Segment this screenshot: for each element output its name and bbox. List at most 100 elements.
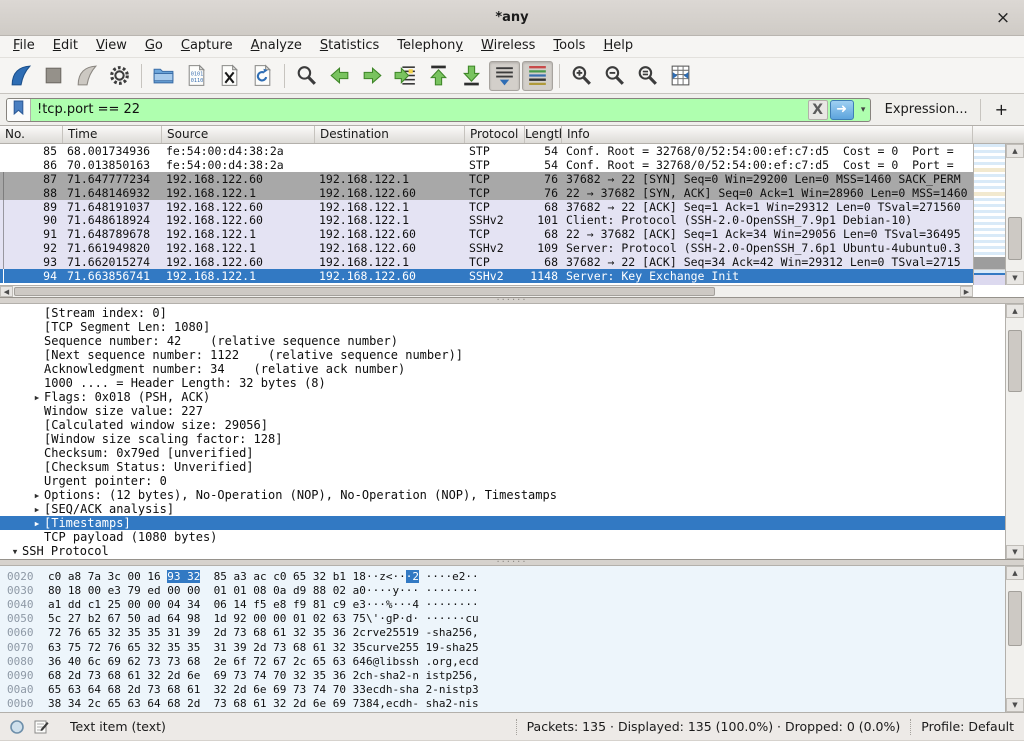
packet-row[interactable]: 9471.663856741192.168.122.1192.168.122.6…: [0, 269, 973, 283]
menu-tools[interactable]: Tools: [544, 35, 594, 57]
detail-line[interactable]: TCP payload (1080 bytes): [0, 530, 1005, 544]
menu-telephony[interactable]: Telephony: [388, 35, 472, 57]
open-file-button[interactable]: [148, 61, 179, 91]
restart-capture-button[interactable]: [71, 61, 102, 91]
packet-row[interactable]: 9271.661949820192.168.122.1192.168.122.6…: [0, 241, 973, 255]
capture-options-button[interactable]: [104, 61, 135, 91]
scroll-up-icon[interactable]: ▲: [1006, 566, 1024, 580]
find-packet-button[interactable]: [291, 61, 322, 91]
detail-line[interactable]: ▶[SEQ/ACK analysis]: [0, 502, 1005, 516]
scrollbar-thumb[interactable]: [1008, 591, 1022, 646]
detail-line[interactable]: Sequence number: 42 (relative sequence n…: [0, 334, 1005, 348]
filter-clear-button[interactable]: X: [808, 100, 828, 120]
hex-row[interactable]: 0020c0 a8 7a 3c 00 16 93 32 85 a3 ac c0 …: [0, 569, 1005, 583]
auto-scroll-button[interactable]: [489, 61, 520, 91]
menu-file[interactable]: File: [4, 35, 44, 57]
detail-line[interactable]: ▼SSH Protocol: [0, 544, 1005, 558]
detail-line[interactable]: Acknowledgment number: 34 (relative ack …: [0, 362, 1005, 376]
hex-row[interactable]: 003080 18 00 e3 79 ed 00 00 01 01 08 0a …: [0, 583, 1005, 597]
display-filter-box[interactable]: X ➜ ▾: [6, 98, 871, 122]
menu-view[interactable]: View: [87, 35, 136, 57]
hex-row[interactable]: 00b038 34 2c 65 63 64 68 2d 73 68 61 32 …: [0, 697, 1005, 711]
go-back-button[interactable]: [324, 61, 355, 91]
colorize-button[interactable]: [522, 61, 553, 91]
status-profile[interactable]: Profile: Default: [921, 719, 1014, 734]
hex-vscrollbar[interactable]: ▲ ▼: [1005, 566, 1024, 712]
detail-line[interactable]: [TCP Segment Len: 1080]: [0, 320, 1005, 334]
packet-row[interactable]: 8971.648191037192.168.122.60192.168.122.…: [0, 200, 973, 214]
hex-row[interactable]: 00a065 63 64 68 2d 73 68 61 32 2d 6e 69 …: [0, 683, 1005, 697]
detail-vscrollbar[interactable]: ▲ ▼: [1005, 304, 1024, 559]
detail-line[interactable]: [Stream index: 0]: [0, 306, 1005, 320]
display-filter-input[interactable]: [31, 102, 808, 117]
hex-row[interactable]: 0040a1 dd c1 25 00 00 04 34 06 14 f5 e8 …: [0, 597, 1005, 611]
detail-line[interactable]: [Checksum Status: Unverified]: [0, 460, 1005, 474]
add-filter-button[interactable]: +: [985, 100, 1016, 119]
detail-line[interactable]: 1000 .... = Header Length: 32 bytes (8): [0, 376, 1005, 390]
detail-line[interactable]: [Calculated window size: 29056]: [0, 418, 1005, 432]
filter-bookmark-button[interactable]: [7, 99, 31, 121]
column-header-info[interactable]: Info: [562, 126, 973, 143]
hex-row[interactable]: 007063 75 72 76 65 32 35 35 31 39 2d 73 …: [0, 640, 1005, 654]
scroll-right-icon[interactable]: ▶: [960, 286, 973, 297]
scroll-up-icon[interactable]: ▲: [1006, 144, 1024, 158]
scroll-down-icon[interactable]: ▼: [1006, 698, 1024, 712]
menu-statistics[interactable]: Statistics: [311, 35, 388, 57]
column-header-length[interactable]: Length: [525, 126, 562, 143]
zoom-out-button[interactable]: [599, 61, 630, 91]
packet-row[interactable]: 8568.001734936fe:54:00:d4:38:2aSTP54Conf…: [0, 144, 973, 158]
column-header-source[interactable]: Source: [162, 126, 315, 143]
expander-right-icon[interactable]: ▶: [30, 519, 44, 528]
zoom-in-button[interactable]: [566, 61, 597, 91]
expert-info-icon[interactable]: [8, 718, 26, 736]
expander-right-icon[interactable]: ▶: [30, 505, 44, 514]
start-capture-button[interactable]: [5, 61, 36, 91]
hex-row[interactable]: 00505c 27 b2 67 50 ad 64 98 1d 92 00 00 …: [0, 612, 1005, 626]
column-header-destination[interactable]: Destination: [315, 126, 465, 143]
menu-help[interactable]: Help: [594, 35, 642, 57]
column-header-time[interactable]: Time: [63, 126, 162, 143]
close-icon[interactable]: ×: [992, 7, 1014, 29]
detail-line[interactable]: Window size value: 227: [0, 404, 1005, 418]
scrollbar-thumb[interactable]: [14, 287, 715, 296]
zoom-100-button[interactable]: [632, 61, 663, 91]
column-header-no[interactable]: No.: [0, 126, 63, 143]
packet-row[interactable]: 9371.662015274192.168.122.60192.168.122.…: [0, 255, 973, 269]
column-header-protocol[interactable]: Protocol: [465, 126, 525, 143]
menu-wireless[interactable]: Wireless: [472, 35, 544, 57]
menu-edit[interactable]: Edit: [44, 35, 87, 57]
detail-line[interactable]: [Next sequence number: 1122 (relative se…: [0, 348, 1005, 362]
expression-button[interactable]: Expression...: [875, 102, 976, 117]
hex-row[interactable]: 006072 76 65 32 35 35 31 39 2d 73 68 61 …: [0, 626, 1005, 640]
detail-line[interactable]: ▶[Timestamps]: [0, 516, 1005, 530]
scroll-left-icon[interactable]: ◀: [0, 286, 13, 297]
go-first-button[interactable]: [423, 61, 454, 91]
scroll-down-icon[interactable]: ▼: [1006, 545, 1024, 559]
filter-apply-button[interactable]: ➜: [830, 100, 854, 120]
go-to-packet-button[interactable]: [390, 61, 421, 91]
packet-list-minimap[interactable]: [973, 144, 1005, 285]
menu-capture[interactable]: Capture: [172, 35, 242, 57]
go-forward-button[interactable]: [357, 61, 388, 91]
detail-line[interactable]: Urgent pointer: 0: [0, 474, 1005, 488]
packet-row[interactable]: 8771.647777234192.168.122.60192.168.122.…: [0, 172, 973, 186]
detail-line[interactable]: [Window size scaling factor: 128]: [0, 432, 1005, 446]
packet-row[interactable]: 8871.648146932192.168.122.1192.168.122.6…: [0, 186, 973, 200]
close-file-button[interactable]: [214, 61, 245, 91]
packet-list-vscrollbar[interactable]: ▲ ▼: [1005, 144, 1024, 285]
hex-row[interactable]: 008036 40 6c 69 62 73 73 68 2e 6f 72 67 …: [0, 654, 1005, 668]
stop-capture-button[interactable]: [38, 61, 69, 91]
expander-down-icon[interactable]: ▼: [8, 547, 22, 556]
menu-go[interactable]: Go: [136, 35, 172, 57]
scroll-up-icon[interactable]: ▲: [1006, 304, 1024, 318]
resize-columns-button[interactable]: [665, 61, 696, 91]
scrollbar-thumb[interactable]: [1008, 330, 1022, 392]
menu-analyze[interactable]: Analyze: [242, 35, 311, 57]
packet-list-hscrollbar[interactable]: ◀ ▶: [0, 285, 973, 297]
expander-right-icon[interactable]: ▶: [30, 491, 44, 500]
detail-line[interactable]: ▶Flags: 0x018 (PSH, ACK): [0, 390, 1005, 404]
hex-row[interactable]: 009068 2d 73 68 61 32 2d 6e 69 73 74 70 …: [0, 668, 1005, 682]
scrollbar-thumb[interactable]: [1008, 217, 1022, 259]
save-file-button[interactable]: 01010110: [181, 61, 212, 91]
detail-line[interactable]: Checksum: 0x79ed [unverified]: [0, 446, 1005, 460]
